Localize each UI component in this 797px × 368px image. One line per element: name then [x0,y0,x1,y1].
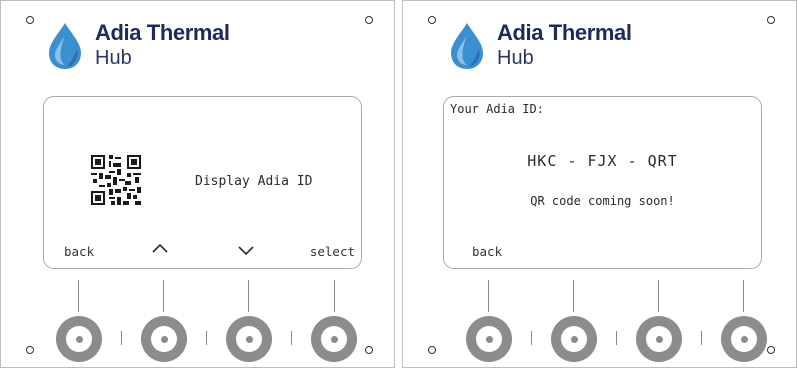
button-connector [78,280,80,312]
button-connector [248,280,250,312]
down-button[interactable] [226,316,272,362]
screw-icon [26,346,34,354]
divider [121,331,123,345]
brand-subtitle: Hub [497,47,534,69]
device-panel-menu: Adia Thermal Hub Display Adia ID back se… [0,0,395,368]
brand-subtitle: Hub [95,47,132,69]
lcd-screen: Your Adia ID: HKC - FJX - QRT QR code co… [443,96,762,269]
divider [206,331,208,345]
button-connector [334,280,336,312]
brand-name: Adia Thermal [95,20,230,45]
button-connector [573,280,575,312]
softkey-back-label: back [472,244,503,259]
divider [701,331,703,345]
screw-icon [767,346,775,354]
down-button[interactable] [636,316,682,362]
water-drop-icon [451,23,483,69]
lcd-screen: Display Adia ID back select [43,96,362,269]
divider [616,331,618,345]
chevron-down-icon [238,246,254,256]
device-panel-adia-id: Adia Thermal Hub Your Adia ID: HKC - FJX… [402,0,797,368]
up-button[interactable] [141,316,187,362]
up-button[interactable] [551,316,597,362]
softkey-select-label: select [309,244,355,259]
button-connector [658,280,660,312]
screw-icon [428,346,436,354]
softkey-back-label: back [64,244,95,259]
button-connector [488,280,490,312]
chevron-up-icon [152,243,168,253]
screw-icon [428,16,436,24]
back-button[interactable] [56,316,102,362]
divider [291,331,293,345]
select-button[interactable] [311,316,357,362]
adia-id-value: HKC - FJX - QRT [527,152,678,170]
back-button[interactable] [466,316,512,362]
water-drop-icon [49,23,81,69]
select-button[interactable] [721,316,767,362]
screw-icon [767,16,775,24]
button-connector [743,280,745,312]
brand-name: Adia Thermal [497,20,632,45]
button-connector [163,280,165,312]
divider [531,331,533,345]
screw-icon [365,346,373,354]
screw-icon [365,16,373,24]
menu-item-display-adia-id: Display Adia ID [195,174,313,189]
qr-code-icon [91,155,141,205]
qr-coming-soon-note: QR code coming soon! [530,194,675,208]
adia-id-heading: Your Adia ID: [450,102,544,116]
screw-icon [26,16,34,24]
